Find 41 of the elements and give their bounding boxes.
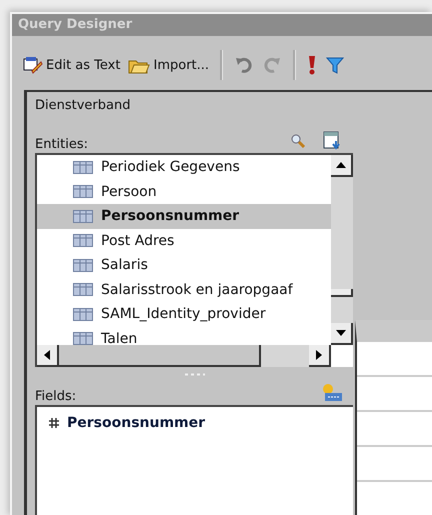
vertical-scrollbar[interactable]: [331, 155, 353, 345]
field-sun-icon: [321, 383, 343, 403]
dataset-name: Dienstverband: [35, 98, 132, 113]
table-icon: [73, 210, 93, 223]
edit-as-text-button[interactable]: Edit as Text: [22, 54, 122, 76]
scroll-down-icon: [336, 330, 346, 336]
table-icon: [73, 308, 93, 321]
field-item[interactable]: Persoonsnummer: [49, 415, 353, 431]
horizontal-scrollbar[interactable]: [37, 345, 331, 367]
entities-label: Entities:: [35, 136, 88, 152]
fields-label: Fields:: [35, 388, 76, 404]
window-title: Query Designer: [12, 14, 432, 36]
entity-item[interactable]: Persoonsnummer: [37, 204, 331, 228]
table-icon: [73, 332, 93, 345]
redo-icon: [263, 56, 282, 74]
entity-item[interactable]: SAML_Identity_provider: [37, 302, 331, 326]
scroll-thumb[interactable]: [59, 345, 261, 367]
table-icon: [73, 185, 93, 198]
table-icon: [73, 160, 93, 174]
entity-item[interactable]: Post Adres: [37, 228, 331, 253]
splitter-grip-icon[interactable]: [184, 372, 206, 376]
undo-icon: [235, 56, 254, 74]
scroll-right-icon: [316, 350, 322, 360]
table-icon: [73, 283, 93, 296]
search-button[interactable]: [289, 132, 307, 150]
exclamation-icon: [308, 55, 316, 75]
scroll-up-icon: [336, 162, 346, 168]
scroll-thumb[interactable]: [331, 289, 353, 297]
entity-item[interactable]: Talen: [37, 326, 331, 345]
scroll-left-icon: [44, 350, 50, 360]
entity-item[interactable]: Salarisstrook en jaaropgaaf: [37, 278, 331, 302]
filter-icon: [326, 56, 344, 74]
search-icon: [291, 134, 305, 148]
entity-item[interactable]: Salaris: [37, 253, 331, 278]
entity-item[interactable]: Periodiek Gegevens: [37, 155, 331, 180]
entity-item[interactable]: Persoon: [37, 180, 331, 204]
hash-icon: [49, 418, 59, 428]
import-button[interactable]: Import...: [127, 54, 210, 76]
table-icon: [73, 234, 93, 248]
edit-document-icon: [23, 56, 43, 74]
table-icon: [73, 258, 93, 272]
